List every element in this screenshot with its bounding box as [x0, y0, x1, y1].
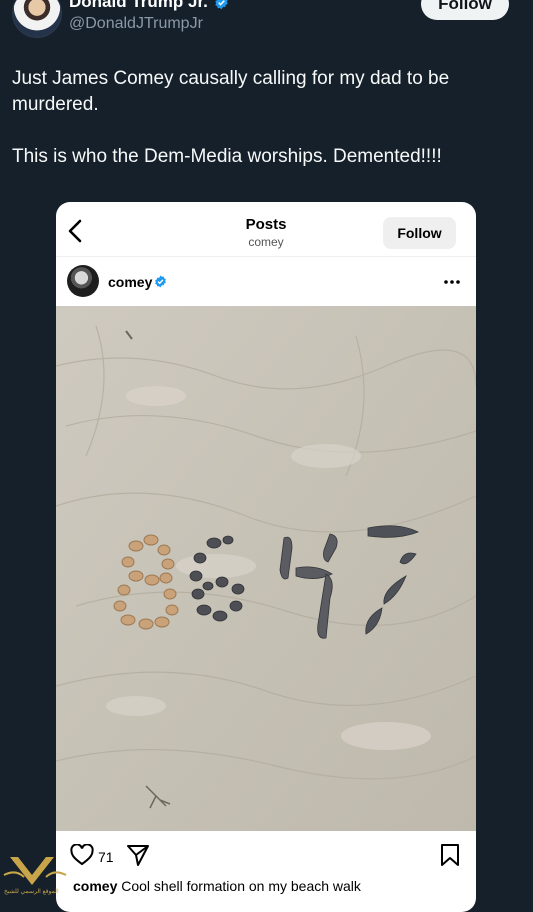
embedded-instagram-post[interactable]: Posts comey Follow comey 71 comey Cool s… [56, 202, 476, 912]
author-handle[interactable]: @DonaldJTrumpJr [69, 15, 203, 33]
author-name-row: Donald Trump Jr. [69, 0, 229, 12]
ig-user-row: comey [56, 262, 476, 306]
tweet-text: Just James Comey causally calling for my… [12, 66, 517, 170]
send-share-icon[interactable] [126, 843, 150, 867]
tweet-header: Donald Trump Jr. @DonaldJTrumpJr Follow [0, 0, 533, 45]
like-count: 71 [98, 849, 114, 865]
post-photo[interactable] [56, 306, 476, 831]
ig-post-header: Posts comey Follow [56, 202, 476, 257]
author-display-name[interactable]: Donald Trump Jr. [69, 0, 208, 12]
ig-follow-button[interactable]: Follow [383, 217, 456, 249]
verified-badge-icon [215, 0, 228, 9]
more-options-icon[interactable] [442, 272, 462, 292]
heart-icon[interactable] [70, 844, 94, 866]
watermark-text: الموقع الرسمي للشيخ [4, 889, 59, 895]
bookmark-icon[interactable] [440, 843, 460, 867]
tweet-text-line: This is who the Dem-Media worships. Deme… [12, 146, 442, 167]
follow-button[interactable]: Follow [421, 0, 509, 20]
post-caption: comey Cool shell formation on my beach w… [73, 878, 361, 894]
author-avatar[interactable] [12, 0, 62, 38]
ig-action-bar: 71 [56, 838, 476, 874]
ig-verified-badge-icon [155, 275, 166, 288]
tweet-text-line: Just James Comey causally calling for my… [12, 68, 450, 115]
ig-username[interactable]: comey [108, 274, 152, 290]
caption-text: Cool shell formation on my beach walk [121, 878, 361, 894]
ig-avatar[interactable] [67, 265, 99, 297]
caption-username[interactable]: comey [73, 878, 117, 894]
beach-sand-image [56, 306, 476, 831]
